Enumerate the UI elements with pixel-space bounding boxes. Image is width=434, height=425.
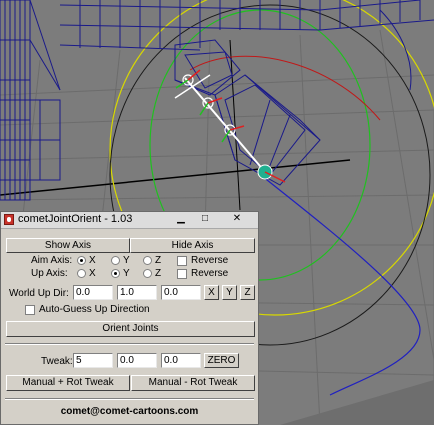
auto-guess-checkbox[interactable] (25, 305, 35, 315)
up-axis-y-label: Y (123, 268, 130, 279)
aim-reverse-checkbox[interactable] (177, 256, 187, 266)
app-icon (4, 214, 14, 225)
up-axis-label: Up Axis: (31, 268, 68, 279)
tweak-x-field[interactable]: 5 (73, 353, 113, 368)
up-axis-x-label: X (89, 268, 96, 279)
aim-reverse-label: Reverse (191, 255, 229, 266)
world-up-z-field[interactable]: 0.0 (161, 285, 201, 300)
separator (5, 343, 254, 345)
world-up-y-button[interactable]: Y (222, 285, 237, 300)
manual-plus-rot-tweak-button[interactable]: Manual + Rot Tweak (6, 375, 130, 391)
up-axis-x-radio[interactable] (77, 269, 86, 278)
up-axis-y-radio[interactable] (111, 269, 120, 278)
world-up-y-field[interactable]: 1.0 (117, 285, 157, 300)
joint-orient-window: cometJointOrient - 1.03 ▁ □ ✕ Show Axis … (0, 211, 259, 425)
window-title: cometJointOrient - 1.03 (18, 213, 133, 225)
tweak-z-field[interactable]: 0.0 (161, 353, 201, 368)
maximize-button[interactable]: □ (195, 213, 215, 226)
aim-axis-x-radio[interactable] (77, 256, 86, 265)
world-up-z-button[interactable]: Z (240, 285, 255, 300)
close-button[interactable]: ✕ (227, 213, 247, 226)
tweak-label: Tweak: (41, 356, 73, 367)
tweak-y-field[interactable]: 0.0 (117, 353, 157, 368)
title-bar[interactable]: cometJointOrient - 1.03 ▁ □ ✕ (1, 212, 258, 229)
manual-minus-rot-tweak-button[interactable]: Manual - Rot Tweak (131, 375, 255, 391)
aim-axis-y-label: Y (123, 255, 130, 266)
footer-email: comet@comet-cartoons.com (60, 406, 199, 417)
world-up-x-field[interactable]: 0.0 (73, 285, 113, 300)
orient-joints-button[interactable]: Orient Joints (6, 321, 255, 337)
zero-button[interactable]: ZERO (204, 353, 239, 368)
aim-axis-y-radio[interactable] (111, 256, 120, 265)
up-reverse-checkbox[interactable] (177, 269, 187, 279)
separator (5, 398, 254, 400)
aim-axis-x-label: X (89, 255, 96, 266)
show-axis-button[interactable]: Show Axis (6, 238, 130, 253)
up-reverse-label: Reverse (191, 268, 229, 279)
auto-guess-label: Auto-Guess Up Direction (39, 304, 150, 315)
world-up-x-button[interactable]: X (204, 285, 219, 300)
hide-axis-button[interactable]: Hide Axis (130, 238, 255, 253)
up-axis-z-label: Z (155, 268, 162, 279)
up-axis-z-radio[interactable] (143, 269, 152, 278)
aim-axis-z-label: Z (155, 255, 162, 266)
aim-axis-label: Aim Axis: (31, 255, 73, 266)
world-up-label: World Up Dir: (9, 288, 69, 299)
aim-axis-z-radio[interactable] (143, 256, 152, 265)
minimize-button[interactable]: ▁ (171, 213, 191, 226)
